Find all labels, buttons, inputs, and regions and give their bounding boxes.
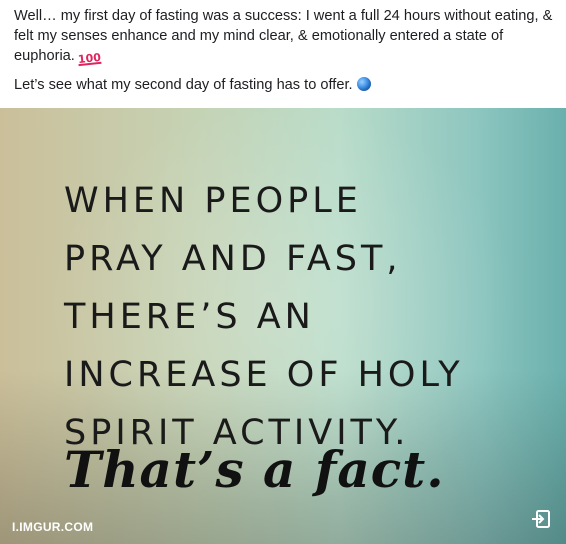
feed-post: Well… my first day of fasting was a succ… xyxy=(0,0,566,544)
quote-tagline: That’s a fact. xyxy=(64,440,445,499)
quote-line: INCREASE OF HOLY xyxy=(64,355,464,395)
post-body: Well… my first day of fasting was a succ… xyxy=(14,6,554,101)
post-paragraph-2: Let’s see what my second day of fasting … xyxy=(14,75,554,95)
quote-line: THERE’S AN xyxy=(64,297,315,337)
quote-line: WHEN PEOPLE xyxy=(64,181,362,221)
post-paragraph-1: Well… my first day of fasting was a succ… xyxy=(14,6,554,69)
globe-emoji-icon xyxy=(356,77,371,91)
link-preview-image[interactable]: WHEN PEOPLE PRAY AND FAST, THERE’S AN IN… xyxy=(0,108,566,544)
open-external-icon[interactable] xyxy=(530,508,552,530)
link-source-domain[interactable]: I.IMGUR.COM xyxy=(12,520,93,534)
quote-text: WHEN PEOPLE PRAY AND FAST, THERE’S AN IN… xyxy=(64,172,544,462)
post-paragraph-2-text: Let’s see what my second day of fasting … xyxy=(14,77,353,93)
quote-line: PRAY AND FAST, xyxy=(64,239,402,279)
hundred-points-emoji-icon: 100 xyxy=(77,50,102,67)
